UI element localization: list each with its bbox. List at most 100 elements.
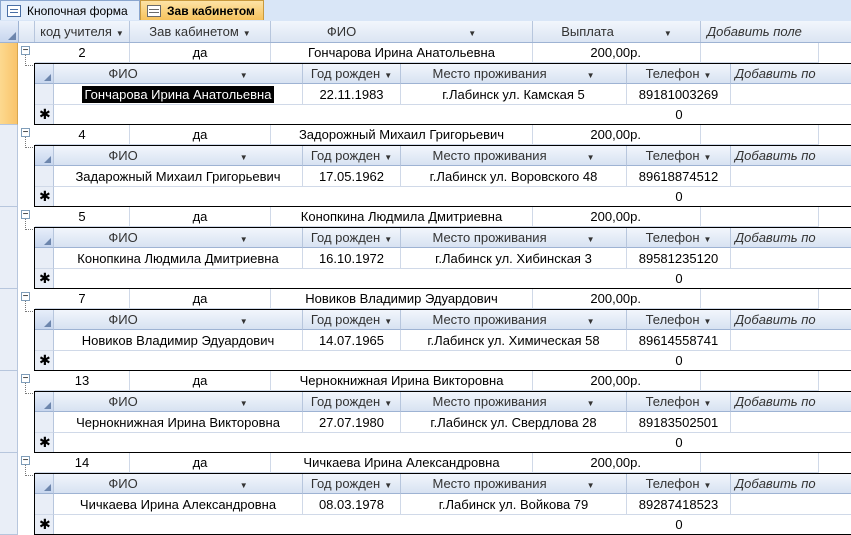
new-record-selector[interactable]: ✱ — [35, 515, 54, 534]
dropdown-arrow-icon[interactable]: ▼ — [587, 71, 595, 80]
dropdown-arrow-icon[interactable]: ▼ — [384, 317, 392, 326]
sub-cell-year[interactable]: 14.07.1965 — [303, 330, 401, 351]
sub-record-selector[interactable] — [35, 166, 54, 187]
new-record-selector[interactable]: ✱ — [35, 187, 54, 206]
sub-cell-year[interactable]: 17.05.1962 — [303, 166, 401, 187]
cell-pay[interactable]: 200,00р. — [533, 43, 701, 63]
cell-code[interactable]: 5 — [35, 207, 130, 227]
new-record-selector[interactable]: ✱ — [35, 105, 54, 124]
cell-zav[interactable]: да — [130, 207, 271, 227]
column-header-pay[interactable]: Выплата ▼ — [533, 21, 701, 42]
sub-header-year[interactable]: Год рожден ▼ — [303, 228, 401, 248]
dropdown-arrow-icon[interactable]: ▼ — [240, 317, 248, 326]
column-header-fio[interactable]: ФИО ▼ — [271, 21, 533, 42]
sub-cell-add-field[interactable] — [731, 494, 851, 515]
sub-header-fio[interactable]: ФИО ▼ — [54, 228, 303, 248]
cell-pay[interactable]: 200,00р. — [533, 289, 701, 309]
new-record-selector[interactable]: ✱ — [35, 433, 54, 452]
dropdown-arrow-icon[interactable]: ▼ — [384, 399, 392, 408]
collapse-toggle-icon[interactable]: − — [21, 128, 30, 138]
sub-add-field-column[interactable]: Добавить по — [731, 228, 851, 248]
dropdown-arrow-icon[interactable]: ▼ — [116, 29, 124, 38]
cell-code[interactable]: 4 — [35, 125, 130, 145]
record-selector[interactable] — [0, 43, 18, 125]
sub-header-fio[interactable]: ФИО ▼ — [54, 474, 303, 494]
sub-cell-place[interactable]: г.Лабинск ул. Свердлова 28 — [401, 412, 627, 433]
sub-cell-place[interactable]: г.Лабинск ул. Воровского 48 — [401, 166, 627, 187]
select-all-button[interactable] — [0, 21, 19, 42]
sub-header-phone[interactable]: Телефон ▼ — [627, 64, 731, 84]
new-record-selector[interactable]: ✱ — [35, 269, 54, 288]
sub-cell-phone[interactable]: 89614558741 — [627, 330, 731, 351]
cell-fio[interactable]: Новиков Владимир Эдуардович — [271, 289, 533, 309]
cell-add-field[interactable] — [701, 371, 819, 391]
sub-cell-place[interactable]: г.Лабинск ул. Хибинская 3 — [401, 248, 627, 269]
sub-cell-place[interactable]: г.Лабинск ул. Химическая 58 — [401, 330, 627, 351]
dropdown-arrow-icon[interactable]: ▼ — [704, 71, 712, 80]
sub-cell-add-field[interactable] — [731, 412, 851, 433]
subdatasheet-select-all[interactable] — [35, 392, 54, 412]
sub-header-year[interactable]: Год рожден ▼ — [303, 310, 401, 330]
subdatasheet-select-all[interactable] — [35, 228, 54, 248]
subdatasheet-select-all[interactable] — [35, 310, 54, 330]
dropdown-arrow-icon[interactable]: ▼ — [384, 71, 392, 80]
dropdown-arrow-icon[interactable]: ▼ — [240, 235, 248, 244]
tab-switchboard-form[interactable]: Кнопочная форма — [0, 0, 140, 20]
sub-cell-year[interactable]: 27.07.1980 — [303, 412, 401, 433]
sub-header-fio[interactable]: ФИО ▼ — [54, 146, 303, 166]
sub-header-year[interactable]: Год рожден ▼ — [303, 146, 401, 166]
cell-code[interactable]: 7 — [35, 289, 130, 309]
cell-zav[interactable]: да — [130, 125, 271, 145]
collapse-toggle-icon[interactable]: − — [21, 374, 30, 384]
sub-header-phone[interactable]: Телефон ▼ — [627, 228, 731, 248]
sub-add-field-column[interactable]: Добавить по — [731, 474, 851, 494]
cell-pay[interactable]: 200,00р. — [533, 207, 701, 227]
cell-code[interactable]: 14 — [35, 453, 130, 473]
dropdown-arrow-icon[interactable]: ▼ — [704, 235, 712, 244]
sub-header-fio[interactable]: ФИО ▼ — [54, 392, 303, 412]
cell-code[interactable]: 2 — [35, 43, 130, 63]
cell-zav[interactable]: да — [130, 43, 271, 63]
record-selector[interactable] — [0, 289, 18, 371]
dropdown-arrow-icon[interactable]: ▼ — [704, 153, 712, 162]
cell-zav[interactable]: да — [130, 453, 271, 473]
sub-header-place[interactable]: Место проживания ▼ — [401, 474, 627, 494]
dropdown-arrow-icon[interactable]: ▼ — [587, 235, 595, 244]
dropdown-arrow-icon[interactable]: ▼ — [664, 29, 672, 38]
dropdown-arrow-icon[interactable]: ▼ — [468, 29, 476, 38]
new-record-row[interactable] — [54, 187, 851, 206]
new-record-row[interactable] — [54, 351, 851, 370]
cell-fio[interactable]: Чичкаева Ирина Александровна — [271, 453, 533, 473]
dropdown-arrow-icon[interactable]: ▼ — [587, 399, 595, 408]
sub-cell-place[interactable]: г.Лабинск ул. Камская 5 — [401, 84, 627, 105]
new-record-row[interactable] — [54, 269, 851, 288]
sub-cell-fio[interactable]: Чичкаева Ирина Александровна — [54, 494, 303, 515]
tab-zav-kabinetom[interactable]: Зав кабинетом — [140, 0, 264, 20]
sub-record-selector[interactable] — [35, 494, 54, 515]
cell-pay[interactable]: 200,00р. — [533, 125, 701, 145]
sub-header-phone[interactable]: Телефон ▼ — [627, 146, 731, 166]
collapse-toggle-icon[interactable]: − — [21, 46, 30, 56]
new-record-row[interactable] — [54, 515, 851, 534]
collapse-toggle-icon[interactable]: − — [21, 292, 30, 302]
cell-pay[interactable]: 200,00р. — [533, 371, 701, 391]
dropdown-arrow-icon[interactable]: ▼ — [384, 481, 392, 490]
sub-header-phone[interactable]: Телефон ▼ — [627, 392, 731, 412]
column-header-zav[interactable]: Зав кабинетом ▼ — [130, 21, 271, 42]
cell-add-field[interactable] — [701, 43, 819, 63]
sub-add-field-column[interactable]: Добавить по — [731, 310, 851, 330]
dropdown-arrow-icon[interactable]: ▼ — [587, 317, 595, 326]
cell-fio[interactable]: Гончарова Ирина Анатольевна — [271, 43, 533, 63]
record-selector[interactable] — [0, 207, 18, 289]
cell-add-field[interactable] — [701, 125, 819, 145]
sub-header-place[interactable]: Место проживания ▼ — [401, 228, 627, 248]
sub-cell-fio[interactable]: Задарожный Михаил Григорьевич — [54, 166, 303, 187]
sub-header-place[interactable]: Место проживания ▼ — [401, 64, 627, 84]
sub-cell-add-field[interactable] — [731, 166, 851, 187]
new-record-row[interactable] — [54, 433, 851, 452]
sub-record-selector[interactable] — [35, 84, 54, 105]
dropdown-arrow-icon[interactable]: ▼ — [704, 399, 712, 408]
cell-fio[interactable]: Конопкина Людмила Дмитриевна — [271, 207, 533, 227]
record-selector[interactable] — [0, 125, 18, 207]
cell-add-field[interactable] — [701, 453, 819, 473]
